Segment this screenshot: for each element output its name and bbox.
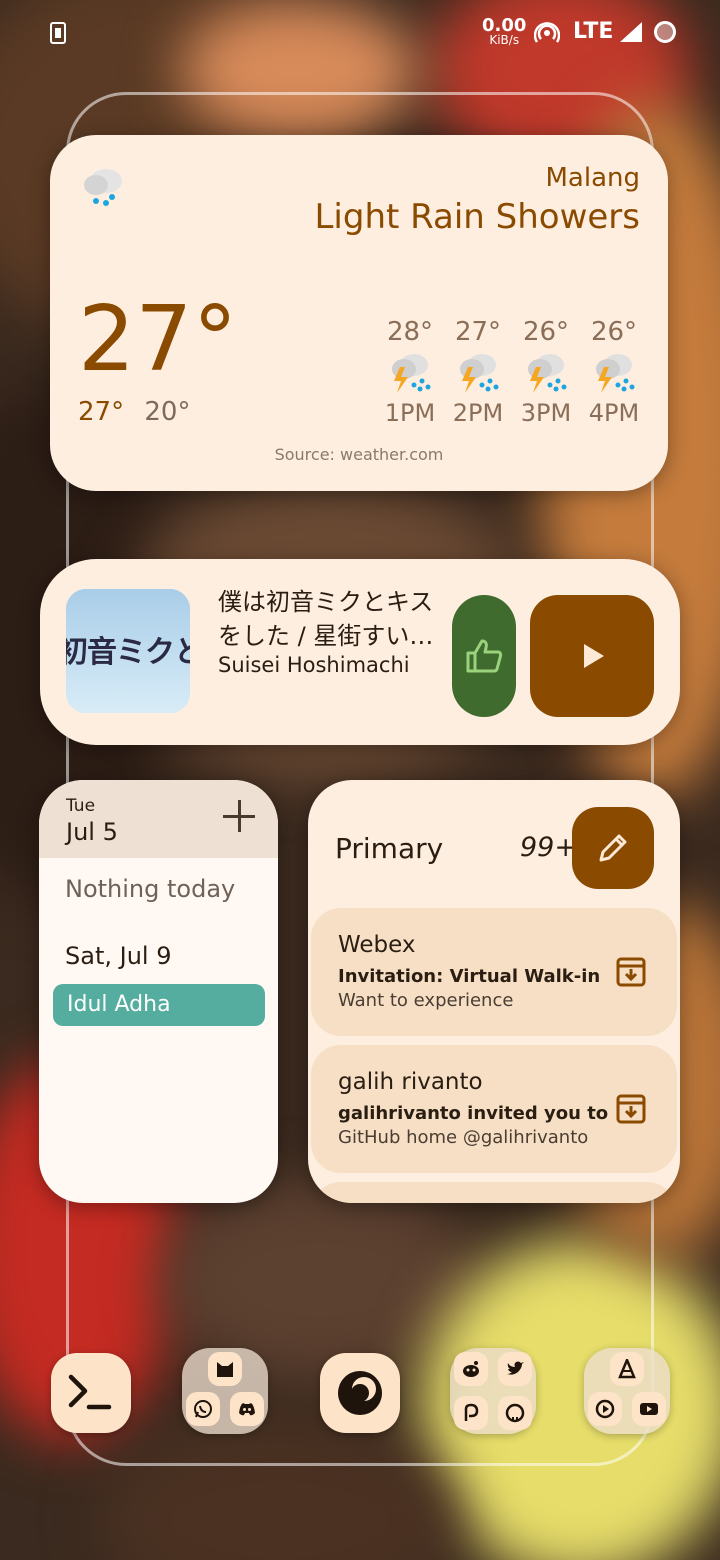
net-speed: 0.00 KiB/s: [482, 17, 526, 48]
forecast-hour: 3PM: [520, 399, 572, 427]
thunder-rain-icon: [588, 349, 640, 397]
mail-item[interactable]: [311, 1182, 677, 1203]
hourly-forecast: 28° 1PM 27° 2PM 26° 3PM 26° 4PM: [384, 317, 640, 427]
github-icon[interactable]: [498, 1396, 532, 1430]
forecast-temp: 26°: [590, 317, 638, 347]
forecast-temp: 26°: [522, 317, 570, 347]
mail-sender: Webex: [338, 932, 416, 958]
high-temperature: 27°: [78, 397, 125, 427]
mail-item[interactable]: Webex Invitation: Virtual Walk-in Want t…: [311, 908, 677, 1036]
reddit-icon[interactable]: [454, 1352, 488, 1386]
music-widget[interactable]: 初音ミクとキス 僕は初音ミクとキスをした / 星街すい… Suisei Hosh…: [40, 559, 680, 745]
whatsapp-icon[interactable]: [186, 1392, 220, 1426]
media-folder[interactable]: [584, 1348, 670, 1434]
track-title: 僕は初音ミクとキスをした / 星街すい…: [218, 588, 434, 650]
unread-count: 99+: [520, 832, 577, 863]
add-event-icon[interactable]: [223, 800, 255, 832]
battery-icon: [654, 21, 676, 43]
play-button[interactable]: [530, 595, 654, 717]
compose-button[interactable]: [572, 807, 654, 889]
forecast-item: 27° 2PM: [452, 317, 504, 427]
mail-snippet: GitHub home @galihrivanto: [338, 1127, 589, 1148]
forecast-item: 28° 1PM: [384, 317, 436, 427]
firefox-app[interactable]: [320, 1353, 400, 1433]
calendar-date: Jul 5: [66, 818, 118, 846]
player-icon[interactable]: [588, 1392, 622, 1426]
twitter-icon[interactable]: [498, 1352, 532, 1386]
mail-item[interactable]: galih rivanto galihrivanto invited you t…: [311, 1045, 677, 1173]
cat-app-icon[interactable]: [208, 1352, 242, 1386]
gmail-widget[interactable]: Primary 99+ Webex Invitation: Virtual Wa…: [308, 780, 680, 1203]
mail-sender: galih rivanto: [338, 1069, 483, 1095]
signal-icon: [620, 22, 642, 42]
weather-source: Source: weather.com: [274, 445, 444, 464]
patreon-icon[interactable]: [454, 1396, 488, 1430]
play-icon: [584, 644, 604, 668]
forecast-hour: 4PM: [588, 399, 640, 427]
current-temperature: 27°: [78, 287, 238, 392]
archive-icon[interactable]: [615, 1093, 647, 1125]
thunder-rain-icon: [384, 349, 436, 397]
mail-subject: Invitation: Virtual Walk-in: [338, 966, 601, 987]
calendar-header: Tue Jul 5: [39, 780, 278, 858]
inbox-label[interactable]: Primary: [335, 832, 443, 865]
forecast-hour: 2PM: [452, 399, 504, 427]
calendar-event[interactable]: Idul Adha: [53, 984, 265, 1026]
discord-icon[interactable]: [230, 1392, 264, 1426]
status-bar: 0.00 KiB/s LTE: [0, 0, 720, 66]
weather-widget[interactable]: Malang Light Rain Showers 27° 27° 20° 28…: [50, 135, 668, 491]
forecast-temp: 27°: [454, 317, 502, 347]
sim-notification-icon: [50, 22, 66, 44]
youtube-icon[interactable]: [632, 1392, 666, 1426]
forecast-temp: 28°: [386, 317, 434, 347]
forecast-hour: 1PM: [384, 399, 436, 427]
mail-snippet: Want to experience: [338, 990, 514, 1011]
terminal-icon: [68, 1374, 112, 1410]
rain-showers-icon: [82, 163, 126, 211]
vlc-icon[interactable]: [610, 1352, 644, 1386]
calendar-weekday: Tue: [66, 796, 96, 816]
upcoming-date: Sat, Jul 9: [65, 942, 172, 970]
network-type: LTE: [573, 19, 614, 44]
web-folder[interactable]: [450, 1348, 536, 1434]
firefox-icon: [338, 1371, 382, 1415]
app-dock: [0, 1348, 720, 1435]
low-temperature: 20°: [144, 397, 191, 427]
high-low-temperature: 27° 20°: [78, 397, 202, 427]
forecast-item: 26° 4PM: [588, 317, 640, 427]
mail-subject: galihrivanto invited you to: [338, 1103, 609, 1124]
like-button[interactable]: [452, 595, 516, 717]
album-art[interactable]: 初音ミクとキス: [66, 589, 190, 713]
calendar-widget[interactable]: Tue Jul 5 Nothing today Sat, Jul 9 Idul …: [39, 780, 278, 1203]
hotspot-icon: [533, 20, 561, 52]
terminal-app[interactable]: [51, 1353, 131, 1433]
no-events-text: Nothing today: [65, 875, 236, 903]
thumbs-up-icon: [466, 639, 503, 673]
archive-icon[interactable]: [615, 956, 647, 988]
weather-condition: Light Rain Showers: [314, 197, 640, 237]
pencil-icon: [599, 834, 627, 862]
track-artist: Suisei Hoshimachi: [218, 653, 410, 677]
social-folder[interactable]: [182, 1348, 268, 1434]
album-art-title: 初音ミクとキス: [66, 635, 190, 670]
thunder-rain-icon: [452, 349, 504, 397]
weather-city: Malang: [545, 163, 640, 193]
thunder-rain-icon: [520, 349, 572, 397]
forecast-item: 26° 3PM: [520, 317, 572, 427]
